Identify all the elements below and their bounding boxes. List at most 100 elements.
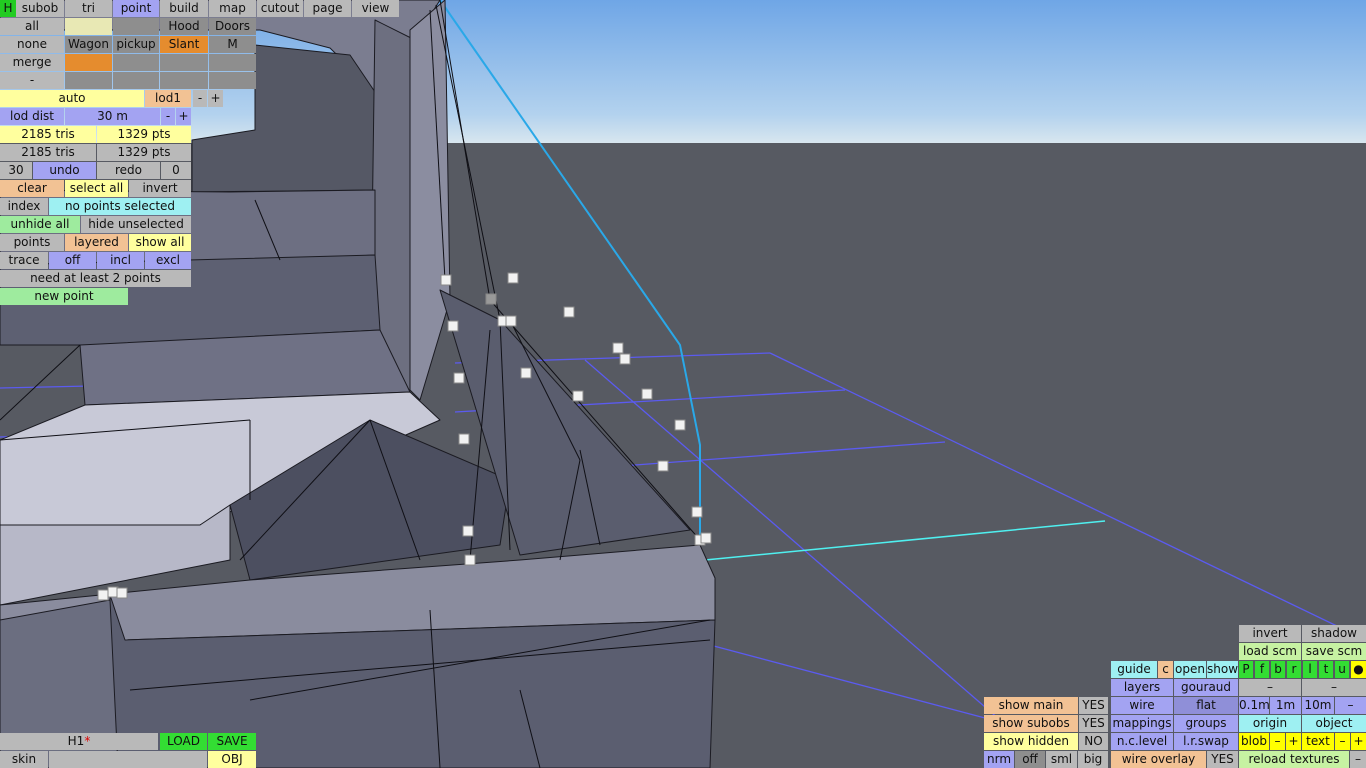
- guide-show-button[interactable]: show: [1207, 661, 1238, 678]
- view-front-button[interactable]: f: [1255, 661, 1269, 678]
- group-slot[interactable]: [113, 18, 159, 35]
- redo-button[interactable]: redo: [97, 162, 160, 179]
- guide-c-button[interactable]: c: [1158, 661, 1173, 678]
- group-slot[interactable]: [209, 54, 256, 71]
- blob-button[interactable]: blob: [1239, 733, 1269, 750]
- dash-button-2[interactable]: –: [1302, 679, 1366, 696]
- unhide-all-button[interactable]: unhide all: [0, 216, 80, 233]
- group-hood[interactable]: Hood: [160, 18, 208, 35]
- group-slot[interactable]: [65, 54, 112, 71]
- save-scm-button[interactable]: save scm: [1302, 643, 1366, 660]
- 3d-viewport[interactable]: [0, 0, 1366, 768]
- wire-overlay-value[interactable]: YES: [1207, 751, 1238, 768]
- group-doors[interactable]: Doors: [209, 18, 256, 35]
- group-slot[interactable]: [65, 72, 112, 89]
- view-dot-button[interactable]: ●: [1351, 661, 1366, 678]
- trace-incl-button[interactable]: incl: [97, 252, 144, 269]
- lod-dist-label[interactable]: lod dist: [0, 108, 64, 125]
- group-wagon[interactable]: Wagon: [65, 36, 112, 53]
- lod-auto-button[interactable]: auto: [0, 90, 144, 107]
- lod-minus-button[interactable]: -: [193, 90, 207, 107]
- show-hidden-value[interactable]: NO: [1079, 733, 1108, 750]
- reload-minus-button[interactable]: –: [1350, 751, 1366, 768]
- grid-01m-button[interactable]: 0.1m: [1239, 697, 1269, 714]
- gouraud-button[interactable]: gouraud: [1174, 679, 1238, 696]
- trace-off-button[interactable]: off: [49, 252, 96, 269]
- nc-level-button[interactable]: n.c.level: [1111, 733, 1173, 750]
- view-p-button[interactable]: P: [1239, 661, 1253, 678]
- trace-excl-button[interactable]: excl: [145, 252, 191, 269]
- group-m[interactable]: M: [209, 36, 256, 53]
- view-under-button[interactable]: u: [1335, 661, 1349, 678]
- view-left-button[interactable]: l: [1303, 661, 1317, 678]
- invert-button[interactable]: invert: [1239, 625, 1301, 642]
- groups-button[interactable]: groups: [1174, 715, 1238, 732]
- skin-name-field[interactable]: [49, 751, 207, 768]
- flat-button[interactable]: flat: [1174, 697, 1238, 714]
- group-slot[interactable]: [65, 18, 112, 35]
- tab-subob[interactable]: subob: [16, 0, 64, 17]
- tab-build[interactable]: build: [160, 0, 208, 17]
- group-slot[interactable]: [209, 72, 256, 89]
- group-slant[interactable]: Slant: [160, 36, 208, 53]
- tab-cutout[interactable]: cutout: [257, 0, 303, 17]
- grid-1m-button[interactable]: 1m: [1270, 697, 1301, 714]
- grid-minus-button[interactable]: –: [1335, 697, 1366, 714]
- group-slot[interactable]: [113, 72, 159, 89]
- tab-tri[interactable]: tri: [65, 0, 112, 17]
- size-nrm-button[interactable]: nrm: [984, 751, 1014, 768]
- select-all-points-button[interactable]: select all: [65, 180, 128, 197]
- lod-dist-minus-button[interactable]: -: [161, 108, 175, 125]
- invert-selection-button[interactable]: invert: [129, 180, 191, 197]
- shadow-button[interactable]: shadow: [1302, 625, 1366, 642]
- layers-button[interactable]: layers: [1111, 679, 1173, 696]
- dash-button-1[interactable]: –: [1239, 679, 1301, 696]
- text-minus-button[interactable]: –: [1335, 733, 1350, 750]
- grid-10m-button[interactable]: 10m: [1302, 697, 1334, 714]
- select-all-button[interactable]: all: [0, 18, 64, 35]
- lod-plus-button[interactable]: +: [208, 90, 223, 107]
- load-scm-button[interactable]: load scm: [1239, 643, 1301, 660]
- text-button[interactable]: text: [1302, 733, 1334, 750]
- group-slot[interactable]: [160, 54, 208, 71]
- wire-overlay-toggle[interactable]: wire overlay: [1111, 751, 1206, 768]
- guide-open-button[interactable]: open: [1174, 661, 1206, 678]
- obj-button[interactable]: OBJ: [208, 751, 256, 768]
- object-button[interactable]: object: [1302, 715, 1366, 732]
- new-point-button[interactable]: new point: [0, 288, 128, 305]
- group-pickup[interactable]: pickup: [113, 36, 159, 53]
- mappings-button[interactable]: mappings: [1111, 715, 1173, 732]
- h-button[interactable]: H: [0, 0, 16, 17]
- group-slot[interactable]: [113, 54, 159, 71]
- points-button[interactable]: points: [0, 234, 64, 251]
- lod-level[interactable]: lod1: [145, 90, 191, 107]
- show-main-toggle[interactable]: show main: [984, 697, 1078, 714]
- merge-button[interactable]: merge: [0, 54, 64, 71]
- view-back-button[interactable]: b: [1271, 661, 1285, 678]
- load-button[interactable]: LOAD: [160, 733, 207, 750]
- show-hidden-toggle[interactable]: show hidden: [984, 733, 1078, 750]
- tab-point[interactable]: point: [113, 0, 159, 17]
- guide-button[interactable]: guide: [1111, 661, 1157, 678]
- show-subobs-value[interactable]: YES: [1079, 715, 1108, 732]
- text-plus-button[interactable]: +: [1351, 733, 1366, 750]
- clear-button[interactable]: clear: [0, 180, 64, 197]
- layered-toggle[interactable]: layered: [65, 234, 128, 251]
- size-off-button[interactable]: off: [1015, 751, 1045, 768]
- save-button[interactable]: SAVE: [208, 733, 256, 750]
- lr-swap-button[interactable]: l.r.swap: [1174, 733, 1238, 750]
- skin-button[interactable]: skin: [0, 751, 48, 768]
- show-all-toggle[interactable]: show all: [129, 234, 191, 251]
- wire-button[interactable]: wire: [1111, 697, 1173, 714]
- tab-page[interactable]: page: [304, 0, 351, 17]
- minus-button[interactable]: -: [0, 72, 64, 89]
- lod-dist-value[interactable]: 30 m: [65, 108, 160, 125]
- reload-textures-button[interactable]: reload textures: [1239, 751, 1349, 768]
- lod-dist-plus-button[interactable]: +: [176, 108, 191, 125]
- origin-button[interactable]: origin: [1239, 715, 1301, 732]
- select-none-button[interactable]: none: [0, 36, 64, 53]
- view-right-button[interactable]: r: [1287, 661, 1301, 678]
- tab-map[interactable]: map: [209, 0, 256, 17]
- show-main-value[interactable]: YES: [1079, 697, 1108, 714]
- hide-unselected-button[interactable]: hide unselected: [81, 216, 191, 233]
